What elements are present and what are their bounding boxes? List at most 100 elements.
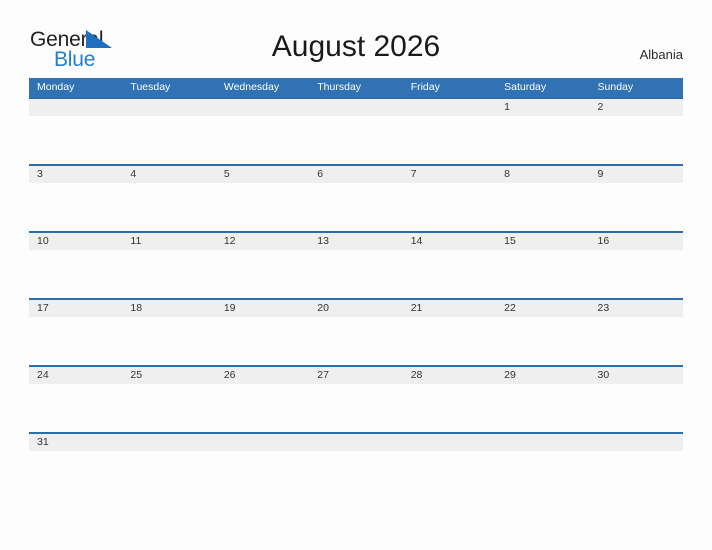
day-cell[interactable]: 29 xyxy=(496,367,589,384)
day-cell[interactable]: 20 xyxy=(309,300,402,317)
event-cell[interactable] xyxy=(216,116,309,164)
event-cell[interactable] xyxy=(403,317,496,365)
event-cell[interactable] xyxy=(590,116,683,164)
event-cell[interactable] xyxy=(309,183,402,231)
event-cell[interactable] xyxy=(403,183,496,231)
day-cell[interactable]: 24 xyxy=(29,367,122,384)
event-cell[interactable] xyxy=(29,183,122,231)
day-cell[interactable]: 9 xyxy=(590,166,683,183)
event-cell[interactable] xyxy=(403,250,496,298)
event-cell[interactable] xyxy=(216,451,309,499)
day-cell[interactable] xyxy=(309,434,402,451)
day-cell[interactable]: 1 xyxy=(496,99,589,116)
event-cell[interactable] xyxy=(122,384,215,432)
day-cell[interactable] xyxy=(590,434,683,451)
day-cell[interactable]: 31 xyxy=(29,434,122,451)
event-cell[interactable] xyxy=(29,317,122,365)
event-cell[interactable] xyxy=(590,451,683,499)
day-cell[interactable] xyxy=(122,99,215,116)
week-event-area xyxy=(29,317,683,365)
event-cell[interactable] xyxy=(496,250,589,298)
day-cell[interactable]: 15 xyxy=(496,233,589,250)
event-cell[interactable] xyxy=(309,451,402,499)
day-cell[interactable]: 8 xyxy=(496,166,589,183)
day-cell[interactable]: 21 xyxy=(403,300,496,317)
event-cell[interactable] xyxy=(122,116,215,164)
event-cell[interactable] xyxy=(496,183,589,231)
weekday-header-wednesday: Wednesday xyxy=(223,81,280,93)
week-date-band: 31 xyxy=(29,434,683,451)
weekday-header-monday: Monday xyxy=(37,81,75,93)
day-cell[interactable]: 7 xyxy=(403,166,496,183)
day-cell[interactable] xyxy=(216,434,309,451)
week-event-area xyxy=(29,250,683,298)
event-cell[interactable] xyxy=(29,116,122,164)
calendar-week-row: 31 xyxy=(29,432,683,499)
day-cell[interactable]: 3 xyxy=(29,166,122,183)
event-cell[interactable] xyxy=(216,384,309,432)
day-cell[interactable]: 22 xyxy=(496,300,589,317)
day-cell[interactable]: 5 xyxy=(216,166,309,183)
day-cell[interactable]: 25 xyxy=(122,367,215,384)
event-cell[interactable] xyxy=(309,250,402,298)
day-cell[interactable]: 28 xyxy=(403,367,496,384)
day-cell[interactable]: 11 xyxy=(122,233,215,250)
page-title: August 2026 xyxy=(271,30,441,63)
day-cell[interactable]: 10 xyxy=(29,233,122,250)
event-cell[interactable] xyxy=(122,250,215,298)
week-date-band: 3 4 5 6 7 8 9 xyxy=(29,166,683,183)
weekday-header-thursday: Thursday xyxy=(317,81,362,93)
day-cell[interactable]: 13 xyxy=(309,233,402,250)
event-cell[interactable] xyxy=(309,116,402,164)
event-cell[interactable] xyxy=(29,250,122,298)
event-cell[interactable] xyxy=(122,451,215,499)
day-cell[interactable]: 23 xyxy=(590,300,683,317)
event-cell[interactable] xyxy=(216,250,309,298)
event-cell[interactable] xyxy=(29,384,122,432)
event-cell[interactable] xyxy=(216,183,309,231)
calendar-week-row: 24 25 26 27 28 29 30 xyxy=(29,365,683,432)
day-cell[interactable] xyxy=(403,99,496,116)
day-cell[interactable]: 6 xyxy=(309,166,402,183)
event-cell[interactable] xyxy=(216,317,309,365)
day-cell[interactable]: 19 xyxy=(216,300,309,317)
day-cell[interactable] xyxy=(122,434,215,451)
day-cell[interactable]: 2 xyxy=(590,99,683,116)
event-cell[interactable] xyxy=(309,384,402,432)
event-cell[interactable] xyxy=(496,317,589,365)
event-cell[interactable] xyxy=(590,317,683,365)
event-cell[interactable] xyxy=(496,384,589,432)
event-cell[interactable] xyxy=(403,116,496,164)
event-cell[interactable] xyxy=(496,116,589,164)
day-cell[interactable] xyxy=(29,99,122,116)
day-cell[interactable] xyxy=(216,99,309,116)
day-cell[interactable] xyxy=(309,99,402,116)
event-cell[interactable] xyxy=(403,384,496,432)
day-cell[interactable]: 18 xyxy=(122,300,215,317)
event-cell[interactable] xyxy=(29,451,122,499)
day-cell[interactable] xyxy=(496,434,589,451)
day-cell[interactable]: 26 xyxy=(216,367,309,384)
weekday-header-friday: Friday xyxy=(410,81,440,93)
day-cell[interactable]: 30 xyxy=(590,367,683,384)
day-cell[interactable]: 4 xyxy=(122,166,215,183)
event-cell[interactable] xyxy=(403,451,496,499)
calendar-week-row: 3 4 5 6 7 8 9 xyxy=(29,164,683,231)
event-cell[interactable] xyxy=(122,317,215,365)
event-cell[interactable] xyxy=(590,384,683,432)
event-cell[interactable] xyxy=(590,250,683,298)
event-cell[interactable] xyxy=(496,451,589,499)
page-header: General Blue August 2026 Albania xyxy=(0,0,712,76)
event-cell[interactable] xyxy=(590,183,683,231)
event-cell[interactable] xyxy=(122,183,215,231)
week-event-area xyxy=(29,116,683,164)
event-cell[interactable] xyxy=(309,317,402,365)
calendar-week-row: 10 11 12 13 14 15 16 xyxy=(29,231,683,298)
day-cell[interactable]: 17 xyxy=(29,300,122,317)
day-cell[interactable]: 12 xyxy=(216,233,309,250)
day-cell[interactable]: 14 xyxy=(403,233,496,250)
day-cell[interactable]: 27 xyxy=(309,367,402,384)
day-cell[interactable]: 16 xyxy=(590,233,683,250)
day-cell[interactable] xyxy=(403,434,496,451)
week-date-band: 17 18 19 20 21 22 23 xyxy=(29,300,683,317)
